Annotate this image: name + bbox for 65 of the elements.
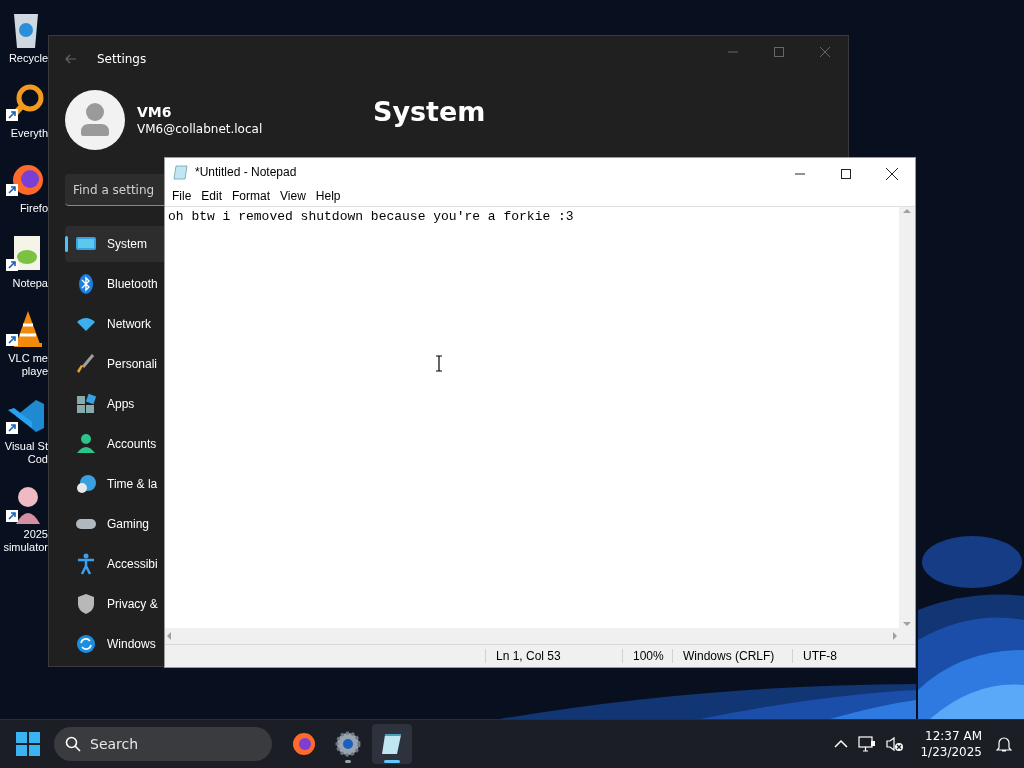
shield-icon	[75, 593, 97, 615]
status-text: Windows (CRLF)	[672, 649, 792, 663]
nav-item[interactable]: Bluetooth	[65, 266, 164, 302]
nav-item[interactable]: Accessibi	[65, 546, 164, 582]
close-icon	[820, 47, 830, 57]
page-heading: System	[373, 96, 486, 127]
maximize-icon	[841, 169, 851, 179]
user-email: VM6@collabnet.local	[137, 122, 263, 136]
text-cursor-icon	[435, 355, 443, 372]
window-title: Settings	[97, 52, 147, 66]
start-icon[interactable]	[16, 732, 40, 756]
document-text: oh btw i removed shutdown because you're a forkie :3	[168, 209, 575, 224]
icon-label: Visual St	[4, 440, 48, 453]
icon-label: Cod	[27, 453, 48, 466]
icon-label: VLC me	[8, 352, 48, 365]
maximize-icon	[774, 47, 784, 57]
menu-item[interactable]: View	[275, 189, 311, 203]
search-icon	[65, 736, 81, 752]
gear-icon	[335, 731, 361, 757]
brush-icon	[75, 353, 97, 375]
clock-date: 1/23/2025	[920, 744, 982, 760]
nav-item[interactable]: System	[65, 226, 164, 262]
nav-item[interactable]: Accounts	[65, 426, 164, 462]
user-name: VM6	[137, 104, 173, 120]
menu-item[interactable]: File	[167, 189, 197, 203]
person-icon	[75, 433, 97, 455]
avatar	[65, 90, 125, 150]
nav-item[interactable]: Time & la	[65, 466, 164, 502]
nav-item[interactable]: Apps	[65, 386, 164, 422]
back-arrow-icon[interactable]	[65, 53, 77, 65]
menu-item[interactable]: Help	[310, 189, 346, 203]
nav-item[interactable]: Personali	[65, 346, 164, 382]
text-area[interactable]: oh btw i removed shutdown because you're a forkie :3	[165, 207, 899, 628]
icon-label: Everyth	[10, 127, 48, 140]
menu-item[interactable]: Format	[227, 189, 276, 203]
sync-icon	[75, 633, 97, 655]
clock-icon	[75, 473, 97, 495]
nav-item[interactable]: Windows	[65, 626, 164, 662]
nav-item[interactable]: Network	[65, 306, 164, 342]
network-icon[interactable]	[858, 736, 877, 752]
window-title: *Untitled - Notepad	[195, 165, 297, 179]
notepad-icon	[173, 164, 189, 180]
apps-icon	[75, 393, 97, 415]
taskbar-search[interactable]: Search	[54, 727, 272, 761]
status-text: UTF-8	[792, 649, 892, 663]
bell-icon[interactable]	[996, 735, 1012, 753]
icon-label: Firefo	[19, 202, 48, 215]
status-text: 100%	[622, 649, 672, 663]
firefox-icon	[291, 731, 317, 757]
search-field[interactable]: Find a setting	[65, 174, 164, 206]
clock-time: 12:37 AM	[925, 728, 982, 744]
menu-item[interactable]: Edit	[196, 189, 228, 203]
chevron-up-icon[interactable]	[834, 739, 849, 749]
icon-label: 2025	[23, 528, 48, 541]
nav-item[interactable]: Privacy &	[65, 586, 164, 622]
status-text: Ln 1, Col 53	[485, 649, 622, 663]
taskbar-app[interactable]	[372, 724, 412, 764]
icon-label: Notepa	[12, 277, 48, 290]
close-icon	[886, 168, 898, 180]
muted-speaker-icon[interactable]	[886, 736, 905, 752]
icon-label: simulator	[3, 541, 48, 554]
nav-item[interactable]: Gaming	[65, 506, 164, 542]
accessibility-icon	[75, 553, 97, 575]
icon-label: playe	[21, 365, 48, 378]
icon-label: Recycle	[8, 52, 48, 65]
